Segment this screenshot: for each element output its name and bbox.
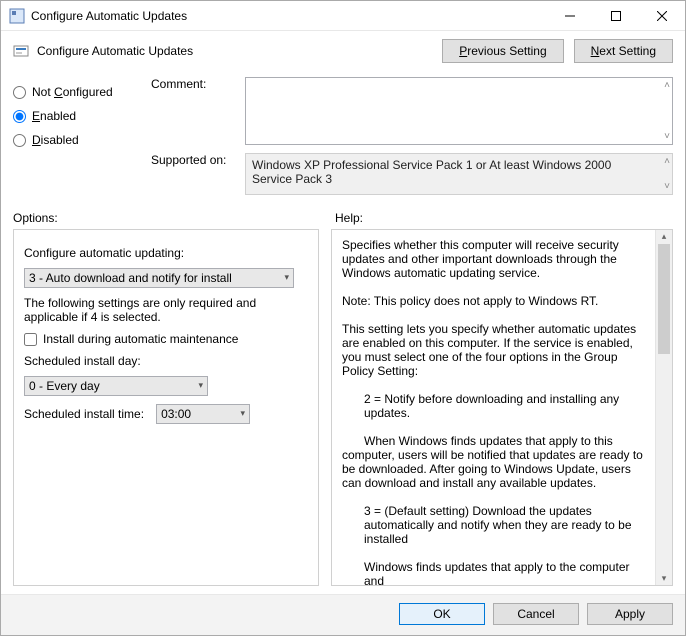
radio-enabled-input[interactable]: [13, 110, 26, 123]
maximize-button[interactable]: [593, 1, 639, 31]
scroll-down-icon[interactable]: ˅: [664, 131, 670, 142]
radio-not-configured-input[interactable]: [13, 86, 26, 99]
previous-setting-button[interactable]: Previous Setting: [442, 39, 563, 63]
next-setting-button[interactable]: Next Setting: [574, 39, 673, 63]
policy-icon: [13, 43, 29, 59]
radio-disabled[interactable]: Disabled: [13, 133, 141, 147]
help-pane: Specifies whether this computer will rec…: [331, 229, 673, 586]
scrollbar-thumb[interactable]: [658, 244, 670, 354]
apply-button[interactable]: Apply: [587, 603, 673, 625]
title-bar: Configure Automatic Updates: [1, 1, 685, 31]
scroll-down-icon[interactable]: ▾: [656, 573, 672, 584]
scheduled-time-label: Scheduled install time:: [24, 407, 144, 421]
help-scrollbar[interactable]: ▴ ▾: [655, 230, 672, 585]
scheduled-day-label: Scheduled install day:: [24, 354, 308, 368]
install-during-maintenance-checkbox[interactable]: Install during automatic maintenance: [24, 332, 308, 346]
subheader: Configure Automatic Updates Previous Set…: [1, 31, 685, 77]
state-radio-group: Not Configured Enabled Disabled: [13, 77, 141, 195]
supported-on-value: Windows XP Professional Service Pack 1 o…: [245, 153, 673, 195]
close-button[interactable]: [639, 1, 685, 31]
chevron-down-icon: ▾: [198, 380, 203, 391]
options-pane: Configure automatic updating: 3 - Auto d…: [13, 229, 319, 586]
options-heading: Options:: [13, 211, 323, 225]
options-note: The following settings are only required…: [24, 296, 308, 324]
scheduled-day-select[interactable]: 0 - Every day ▾: [24, 376, 208, 396]
comment-input[interactable]: ˄ ˅: [245, 77, 673, 145]
radio-disabled-input[interactable]: [13, 134, 26, 147]
chevron-down-icon: ▾: [241, 408, 246, 419]
scroll-up-icon[interactable]: ˄: [664, 156, 670, 167]
help-text: Specifies whether this computer will rec…: [342, 238, 652, 586]
ok-button[interactable]: OK: [399, 603, 485, 625]
scroll-up-icon[interactable]: ▴: [656, 231, 672, 242]
app-icon: [9, 8, 25, 24]
cancel-button[interactable]: Cancel: [493, 603, 579, 625]
configure-updating-select[interactable]: 3 - Auto download and notify for install…: [24, 268, 294, 288]
help-heading: Help:: [335, 211, 363, 225]
window-title: Configure Automatic Updates: [31, 9, 547, 23]
minimize-button[interactable]: [547, 1, 593, 31]
scheduled-time-select[interactable]: 03:00 ▾: [156, 404, 250, 424]
install-during-maintenance-input[interactable]: [24, 333, 37, 346]
chevron-down-icon: ▾: [284, 272, 289, 283]
dialog-footer: OK Cancel Apply: [1, 594, 685, 635]
radio-not-configured[interactable]: Not Configured: [13, 85, 141, 99]
configure-updating-label: Configure automatic updating:: [24, 246, 308, 260]
subheader-title: Configure Automatic Updates: [37, 44, 193, 58]
scroll-up-icon[interactable]: ˄: [664, 80, 670, 91]
radio-enabled[interactable]: Enabled: [13, 109, 141, 123]
scroll-down-icon[interactable]: ˅: [664, 181, 670, 192]
comment-label: Comment:: [151, 77, 239, 145]
supported-on-label: Supported on:: [151, 153, 239, 167]
